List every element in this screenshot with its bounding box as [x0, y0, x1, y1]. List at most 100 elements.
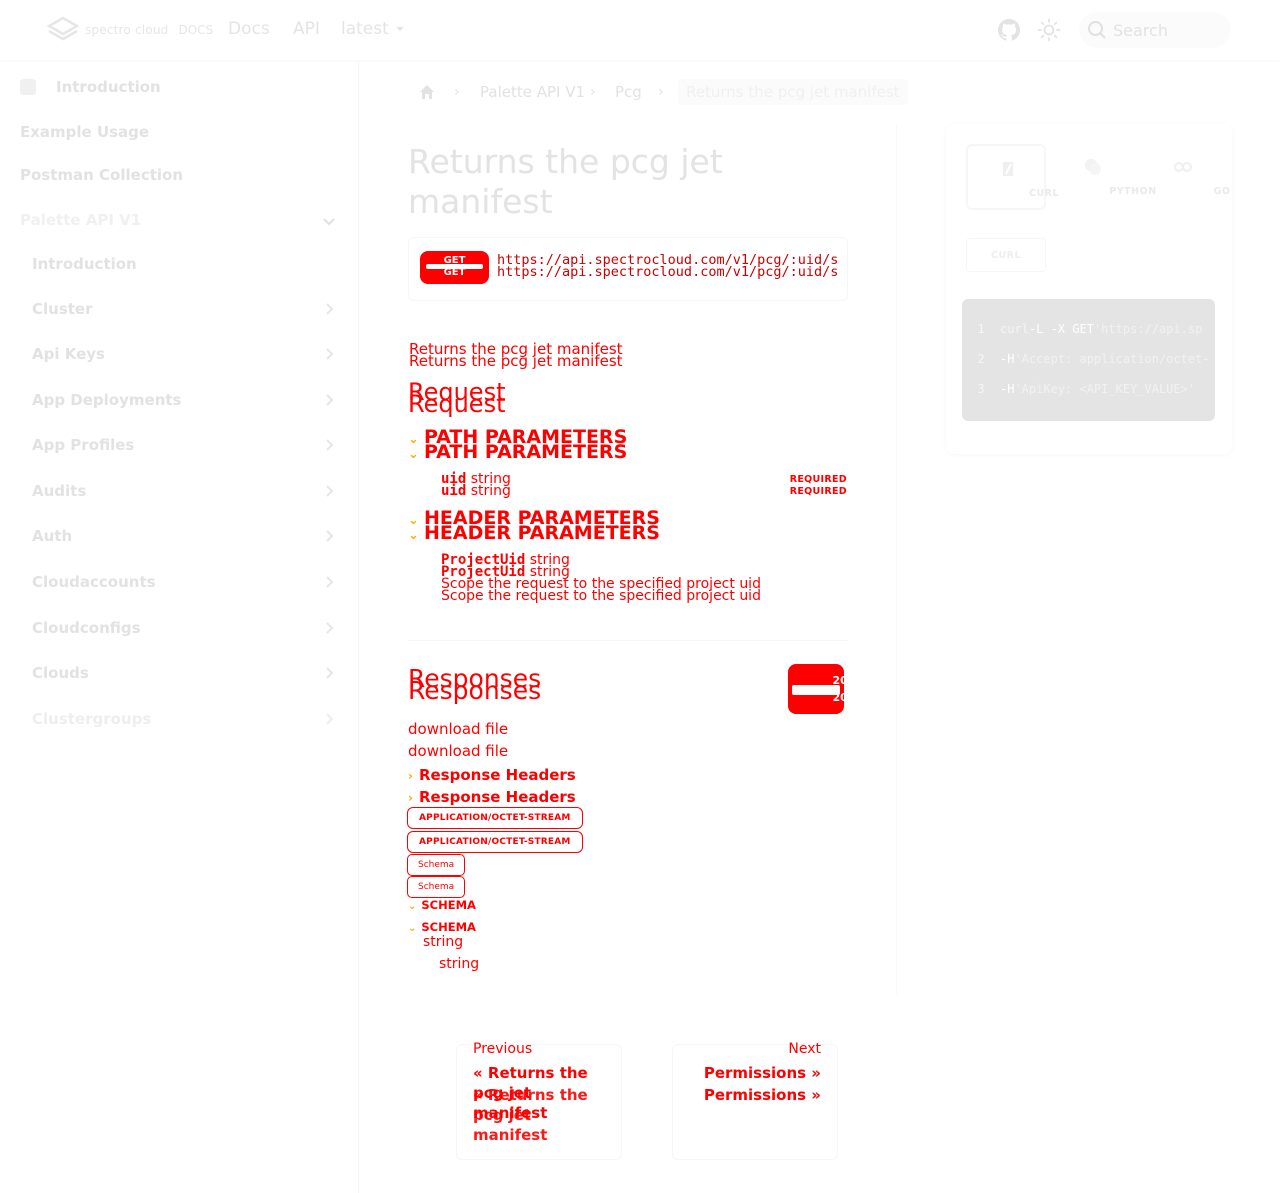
chevron-right-icon[interactable] [322, 484, 336, 498]
chevron-right-icon[interactable] [322, 347, 336, 361]
breadcrumb-active: Returns the pcg jet manifest [678, 79, 908, 105]
sidebar-sub-clouds[interactable]: Clouds [32, 664, 89, 682]
chevron-right-icon[interactable] [322, 666, 336, 680]
breadcrumb-palette[interactable]: Palette API V1 [480, 83, 585, 101]
search-box[interactable] [1079, 12, 1231, 48]
response-headers-toggle[interactable]: › Response Headers [408, 766, 576, 784]
go-icon [1174, 162, 1192, 172]
status-200-tab[interactable]: 200 200 [788, 664, 855, 714]
sidebar-intro[interactable]: Introduction [20, 78, 161, 96]
spectro-cloud-logo[interactable]: spectro cloud DOCS [47, 16, 213, 44]
method-badge: GET GET [420, 251, 489, 284]
sidebar-sub-app-profiles[interactable]: App Profiles [32, 436, 134, 454]
schema-button[interactable]: Schema [407, 854, 466, 876]
sidebar-intro-label: Introduction [56, 78, 161, 96]
download-file-text: download file [408, 720, 509, 738]
method-label-echo: GET [443, 267, 466, 278]
chevron-right-icon: › [408, 769, 413, 783]
next-page-link[interactable]: Next Permissions » Permissions » [672, 1041, 838, 1160]
logo-icon [47, 16, 79, 41]
chevron-right-icon[interactable] [322, 575, 336, 589]
logo-docs: DOCS [178, 23, 214, 37]
response-headers-toggle-echo[interactable]: › Response Headers [408, 788, 576, 806]
tab-python[interactable]: PYTHON [1053, 144, 1156, 210]
code-line: 1 curl -L -X GET 'https://api.sp [977, 322, 1203, 336]
previous-title-echo: « Returns the pcg jet manifest [473, 1086, 588, 1144]
chevron-down-icon [395, 27, 404, 31]
content-type-pill-echo[interactable]: APPLICATION/OCTET-STREAM [407, 831, 583, 853]
download-file-text-echo: download file [408, 742, 509, 760]
code-line: 3 -H 'ApiKey: <API_KEY_VALUE>' [977, 382, 1196, 396]
schema-toggle[interactable]: ⌄ SCHEMA [408, 898, 476, 912]
search-icon [1088, 21, 1106, 39]
breadcrumb-separator: › [454, 84, 460, 100]
schema-type-echo: string [439, 956, 480, 972]
tab-go[interactable]: GO [1142, 144, 1230, 210]
schema-toggle-echo[interactable]: ⌄ SCHEMA [408, 920, 476, 934]
home-icon[interactable] [418, 83, 436, 101]
previous-page-link[interactable]: Previous « Returns the pcg jet manifest … [456, 1041, 622, 1160]
next-label: Next [788, 1041, 821, 1057]
breadcrumb-separator: › [658, 84, 664, 100]
sidebar-item-example-usage[interactable]: Example Usage [20, 123, 149, 141]
python-icon [1085, 159, 1101, 175]
logo-text: spectro cloud [85, 23, 169, 37]
schema-button-echo[interactable]: Schema [407, 876, 466, 898]
sidebar-divider [358, 60, 359, 1193]
chevron-down-icon: ⌄ [408, 432, 419, 447]
chevron-right-icon[interactable] [322, 529, 336, 543]
nav-docs-link[interactable]: Docs [228, 19, 270, 39]
chevron-right-icon[interactable] [322, 393, 336, 407]
curl-icon [1003, 162, 1013, 176]
chevron-right-icon[interactable] [322, 621, 336, 635]
sidebar-item-palette-api[interactable]: Palette API V1 [20, 211, 141, 229]
theme-toggle-sun-icon[interactable] [1037, 18, 1061, 42]
param-uid: uid string uid string [441, 471, 511, 499]
version-dropdown[interactable]: latest [341, 19, 405, 39]
next-title: Permissions » [703, 1064, 821, 1082]
responses-heading: Responses Responses [408, 664, 542, 705]
sidebar-sub-api-keys[interactable]: Api Keys [32, 345, 105, 363]
sidebar-sub-cloudconfigs[interactable]: Cloudconfigs [32, 619, 141, 637]
page-title: Returns the pcg jet manifest [408, 142, 723, 221]
code-line: 2 -H 'Accept: application/octet- [977, 352, 1210, 366]
header-params-toggle[interactable]: ⌄ HEADER PARAMETERS ⌄ HEADER PARAMETERS [408, 509, 660, 543]
nav-api-link[interactable]: API [293, 19, 320, 39]
sidebar-sub-app-deployments[interactable]: App Deployments [32, 391, 181, 409]
previous-label: Previous [473, 1041, 533, 1057]
chevron-down-icon: ⌄ [408, 513, 419, 528]
search-input[interactable] [1113, 20, 1223, 40]
path-params-toggle[interactable]: ⌄ PATH PARAMETERS ⌄ PATH PARAMETERS [408, 428, 627, 462]
sidebar: Introduction Example Usage Postman Colle… [0, 60, 358, 730]
sidebar-sub-cloudaccounts[interactable]: Cloudaccounts [32, 573, 156, 591]
chevron-down-icon: ⌄ [408, 901, 417, 912]
github-icon[interactable] [997, 18, 1021, 42]
subtab-curl[interactable]: CURL [966, 238, 1046, 272]
required-badge: REQUIRED REQUIRED [789, 474, 847, 497]
divider [408, 640, 848, 641]
request-heading: Request Request [408, 378, 506, 418]
chevron-right-icon[interactable] [322, 302, 336, 316]
code-block[interactable]: 1 curl -L -X GET 'https://api.sp 2 -H 'Acc… [962, 299, 1215, 421]
endpoint-url-echo: https://api.spectrocloud.com/v1/pcg/:uid… [497, 264, 839, 280]
chevron-right-icon[interactable] [322, 438, 336, 452]
tab-curl[interactable]: CURL [966, 144, 1059, 210]
sidebar-sub-audits[interactable]: Audits [32, 482, 86, 500]
sidebar-sub-auth[interactable]: Auth [32, 527, 72, 545]
chevron-right-icon[interactable] [322, 712, 336, 726]
next-title-echo: Permissions » [703, 1086, 821, 1104]
endpoint-box: GET GET https://api.spectrocloud.com/v1/… [408, 237, 848, 301]
sidebar-sub-cluster[interactable]: Cluster [32, 300, 93, 318]
endpoint-description: Returns the pcg jet manifest Returns the … [409, 340, 623, 370]
param-projectuid: ProjectUid string ProjectUid string Scop… [441, 552, 761, 604]
breadcrumb-pcg[interactable]: Pcg [615, 83, 642, 101]
breadcrumb-separator: › [590, 84, 596, 100]
top-navbar: spectro cloud DOCS Docs API latest [0, 0, 1280, 60]
sidebar-item-postman[interactable]: Postman Collection [20, 166, 183, 184]
version-label: latest [341, 19, 389, 39]
sidebar-sub-introduction[interactable]: Introduction [32, 255, 137, 273]
content-right-border [896, 124, 897, 994]
sidebar-sub-clustergroups[interactable]: Clustergroups [32, 710, 151, 728]
content-type-pill[interactable]: APPLICATION/OCTET-STREAM [407, 807, 583, 829]
chevron-down-icon[interactable] [322, 214, 336, 228]
